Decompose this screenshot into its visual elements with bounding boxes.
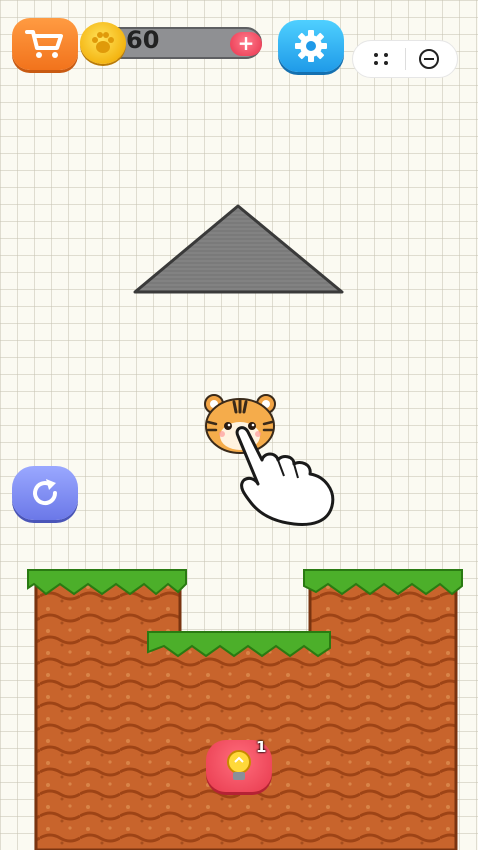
- dots-icon[interactable]: [370, 48, 392, 70]
- triangle-obstacle: [133, 204, 344, 294]
- paw-coin-icon: [80, 22, 126, 64]
- restart-button[interactable]: [12, 466, 78, 520]
- restart-icon: [33, 479, 58, 506]
- ground-terrain: [27, 569, 463, 850]
- gear-icon: [295, 30, 327, 62]
- circle-minus-icon[interactable]: [418, 48, 440, 70]
- lightbulb-icon: [227, 750, 251, 780]
- coin-count: 60: [126, 26, 160, 54]
- settings-button[interactable]: [278, 20, 344, 72]
- shopping-cart-icon: [25, 30, 63, 58]
- add-coins-button[interactable]: +: [230, 32, 262, 56]
- hint-count-badge: 1: [256, 738, 267, 756]
- pointing-hand-icon: [235, 426, 335, 526]
- shop-button[interactable]: [12, 18, 78, 70]
- capsule-divider: [405, 48, 406, 70]
